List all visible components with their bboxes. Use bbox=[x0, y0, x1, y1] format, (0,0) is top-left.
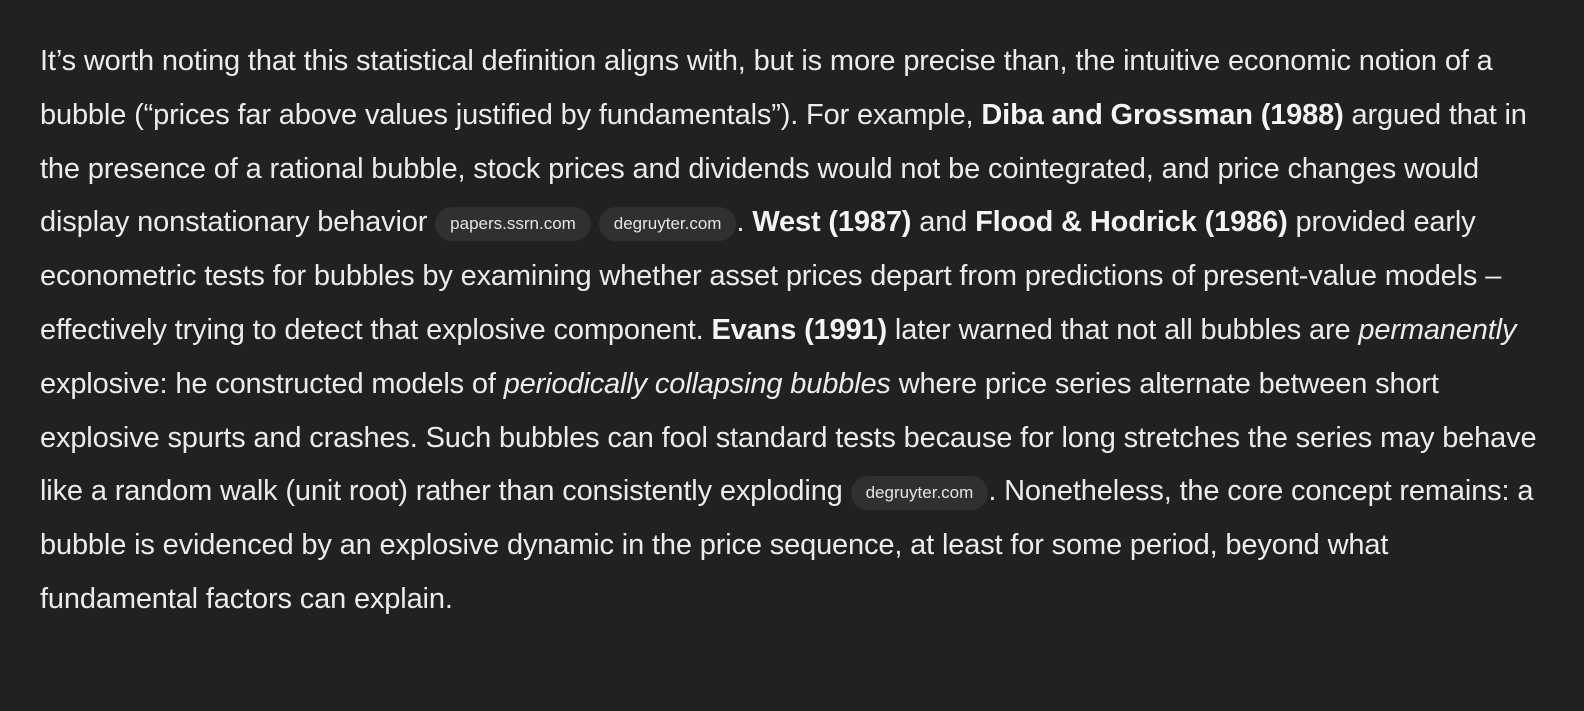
emphasis-permanently: permanently bbox=[1358, 313, 1517, 346]
chat-message-content: It’s worth noting that this statistical … bbox=[0, 0, 1584, 711]
text-segment: later warned that not all bubbles are bbox=[887, 313, 1359, 346]
source-chip-papers-ssrn[interactable]: papers.ssrn.com bbox=[435, 207, 591, 242]
text-segment: and bbox=[911, 206, 976, 239]
text-segment: explosive: he constructed models of bbox=[40, 367, 504, 400]
message-paragraph: It’s worth noting that this statistical … bbox=[40, 35, 1544, 627]
source-chip-degruyter-2[interactable]: degruyter.com bbox=[850, 476, 989, 511]
citation-diba-grossman: Diba and Grossman (1988) bbox=[981, 98, 1344, 131]
emphasis-periodically-collapsing: periodically collapsing bubbles bbox=[503, 367, 891, 400]
citation-west: West (1987) bbox=[752, 206, 912, 239]
citation-evans: Evans (1991) bbox=[711, 313, 888, 346]
text-segment: . bbox=[736, 206, 753, 239]
citation-flood-hodrick: Flood & Hodrick (1986) bbox=[975, 206, 1288, 239]
source-chip-degruyter[interactable]: degruyter.com bbox=[598, 207, 737, 242]
